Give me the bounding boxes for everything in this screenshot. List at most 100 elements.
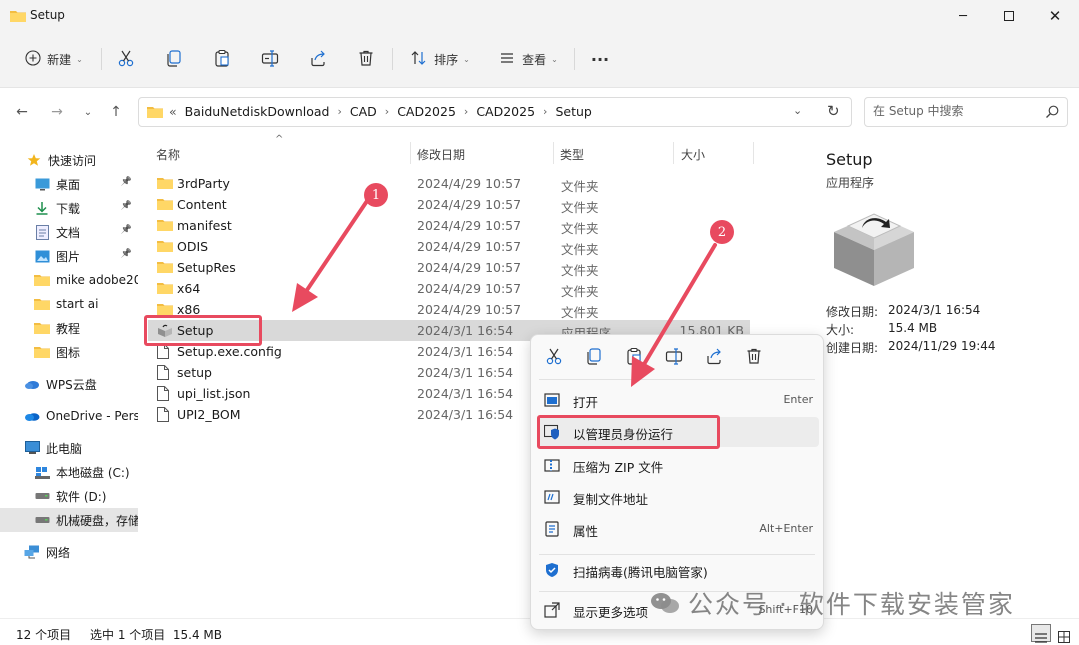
recent-locations-button[interactable]: ⌄ bbox=[78, 102, 98, 122]
refresh-icon[interactable]: ↻ bbox=[827, 102, 840, 120]
address-history-icon[interactable]: ⌄ bbox=[793, 104, 802, 117]
minimize-button[interactable]: ─ bbox=[940, 0, 986, 32]
up-button[interactable]: ↑ bbox=[106, 102, 126, 122]
nav-item[interactable]: 此电脑 bbox=[0, 436, 138, 460]
file-date: 2024/3/1 16:54 bbox=[417, 386, 514, 401]
cut-icon bbox=[117, 49, 135, 70]
folder-icon bbox=[147, 105, 163, 122]
onedrive-icon bbox=[24, 408, 40, 424]
nav-item[interactable]: start ai bbox=[0, 292, 138, 316]
file-date: 2024/3/1 16:54 bbox=[417, 407, 514, 422]
chevron-right-icon[interactable]: › bbox=[385, 105, 389, 118]
nav-item[interactable]: 软件 (D:) bbox=[0, 484, 138, 508]
more-button[interactable]: ··· bbox=[586, 44, 614, 74]
copy-button[interactable] bbox=[162, 44, 186, 74]
context-menu-item[interactable]: 复制文件地址 bbox=[537, 482, 819, 512]
download-icon bbox=[34, 200, 50, 216]
share-button[interactable] bbox=[306, 44, 330, 74]
view-button[interactable]: 查看 ⌄ bbox=[494, 44, 562, 74]
maximize-button[interactable] bbox=[986, 0, 1032, 32]
delete-button[interactable] bbox=[354, 44, 378, 74]
tiles-view-button[interactable] bbox=[1054, 624, 1074, 645]
address-bar[interactable]: « BaiduNetdiskDownload › CAD › CAD2025 › CAD20… bbox=[138, 97, 852, 127]
column-divider bbox=[753, 142, 754, 164]
file-name: ODIS bbox=[177, 239, 209, 254]
nav-item[interactable]: 快速访问 bbox=[0, 148, 138, 172]
tiles-view-icon bbox=[1058, 631, 1070, 645]
back-button[interactable]: ← bbox=[12, 102, 32, 122]
file-row[interactable]: x64 2024/4/29 10:57 文件夹 bbox=[148, 278, 750, 299]
file-date: 2024/4/29 10:57 bbox=[417, 260, 522, 275]
chevron-down-icon: ⌄ bbox=[83, 106, 93, 118]
nav-item[interactable]: mike adobe2024 bbox=[0, 268, 138, 292]
ctx-cut-button[interactable] bbox=[544, 347, 564, 367]
file-row[interactable]: manifest 2024/4/29 10:57 文件夹 bbox=[148, 215, 750, 236]
breadcrumb-item[interactable]: BaiduNetdiskDownload bbox=[185, 104, 330, 119]
search-box[interactable] bbox=[864, 97, 1068, 127]
nav-item[interactable]: 机械硬盘，存储 bbox=[0, 508, 138, 532]
new-button[interactable]: 新建 ⌄ bbox=[16, 44, 92, 74]
copy-path-icon bbox=[544, 489, 560, 505]
watermark-text: 公众号 · 软件下载安装管家 bbox=[688, 590, 1015, 619]
breadcrumb-item[interactable]: CAD bbox=[350, 104, 377, 119]
search-icon bbox=[1045, 105, 1059, 122]
ctx-copy-button[interactable] bbox=[584, 347, 604, 367]
nav-item[interactable]: 图标 bbox=[0, 340, 138, 364]
file-row[interactable]: ODIS 2024/4/29 10:57 文件夹 bbox=[148, 236, 750, 257]
sort-button[interactable]: 排序 ⌄ bbox=[406, 44, 474, 74]
pin-icon: 📌 bbox=[120, 249, 132, 259]
chevron-down-icon: ⌄ bbox=[463, 54, 470, 64]
nav-item[interactable]: 教程 bbox=[0, 316, 138, 340]
context-menu-item[interactable]: 属性 Alt+Enter bbox=[537, 514, 819, 544]
nav-item-label: 机械硬盘，存储 bbox=[56, 513, 138, 528]
nav-item[interactable]: 桌面 📌 bbox=[0, 172, 138, 196]
breadcrumb-item[interactable]: CAD2025 bbox=[397, 104, 456, 119]
file-row[interactable]: 3rdParty 2024/4/29 10:57 文件夹 bbox=[148, 173, 750, 194]
divider bbox=[392, 48, 393, 70]
chevron-right-icon[interactable]: › bbox=[337, 105, 341, 118]
column-header-date[interactable]: 修改日期 bbox=[417, 146, 465, 163]
rename-button[interactable] bbox=[258, 44, 282, 74]
search-input[interactable] bbox=[873, 104, 1043, 118]
nav-item-label: 快速访问 bbox=[48, 153, 97, 168]
property-key: 修改日期: bbox=[826, 305, 879, 319]
breadcrumb-item[interactable]: CAD2025 bbox=[476, 104, 535, 119]
close-button[interactable]: ✕ bbox=[1032, 0, 1078, 32]
folder-icon bbox=[34, 320, 50, 336]
address-row: ← → ⌄ ↑ « BaiduNetdiskDownload › CAD › CAD20… bbox=[0, 88, 1079, 136]
ctx-paste-button[interactable] bbox=[624, 347, 644, 367]
breadcrumb-overflow[interactable]: « bbox=[169, 104, 177, 119]
chevron-right-icon[interactable]: › bbox=[464, 105, 468, 118]
context-menu-label: 压缩为 ZIP 文件 bbox=[573, 460, 664, 475]
paste-button[interactable] bbox=[210, 44, 234, 74]
breadcrumb-item[interactable]: Setup bbox=[555, 104, 591, 119]
computer-icon bbox=[24, 440, 40, 456]
details-view-button[interactable] bbox=[1031, 624, 1051, 643]
cut-button[interactable] bbox=[114, 44, 138, 74]
nav-item[interactable]: 图片 📌 bbox=[0, 244, 138, 268]
sort-icon bbox=[410, 49, 428, 70]
file-date: 2024/3/1 16:54 bbox=[417, 365, 514, 380]
nav-item[interactable]: WPS云盘 bbox=[0, 372, 138, 396]
ctx-delete-button[interactable] bbox=[744, 347, 764, 367]
ctx-share-button[interactable] bbox=[704, 347, 724, 367]
more-options-icon bbox=[544, 602, 560, 618]
nav-item[interactable]: 本地磁盘 (C:) bbox=[0, 460, 138, 484]
column-header-name[interactable]: 名称 bbox=[156, 146, 180, 163]
context-menu-item[interactable]: 压缩为 ZIP 文件 bbox=[537, 450, 819, 480]
forward-button[interactable]: → bbox=[47, 102, 67, 122]
column-header-type[interactable]: 类型 bbox=[560, 146, 584, 163]
folder-icon bbox=[34, 272, 50, 288]
file-row[interactable]: SetupRes 2024/4/29 10:57 文件夹 bbox=[148, 257, 750, 278]
file-row[interactable]: Content 2024/4/29 10:57 文件夹 bbox=[148, 194, 750, 215]
nav-item[interactable]: 下载 📌 bbox=[0, 196, 138, 220]
nav-item[interactable]: 网络 bbox=[0, 540, 138, 564]
column-header-size[interactable]: 大小 bbox=[681, 146, 705, 163]
chevron-right-icon[interactable]: › bbox=[543, 105, 547, 118]
more-icon: ··· bbox=[590, 49, 610, 69]
ctx-rename-button[interactable] bbox=[664, 347, 684, 367]
context-menu-item[interactable]: 扫描病毒(腾讯电脑管家) bbox=[537, 555, 819, 585]
context-menu-item[interactable]: 打开 Enter bbox=[537, 385, 819, 415]
nav-item[interactable]: 文档 📌 bbox=[0, 220, 138, 244]
nav-item[interactable]: OneDrive - Personal bbox=[0, 404, 138, 428]
